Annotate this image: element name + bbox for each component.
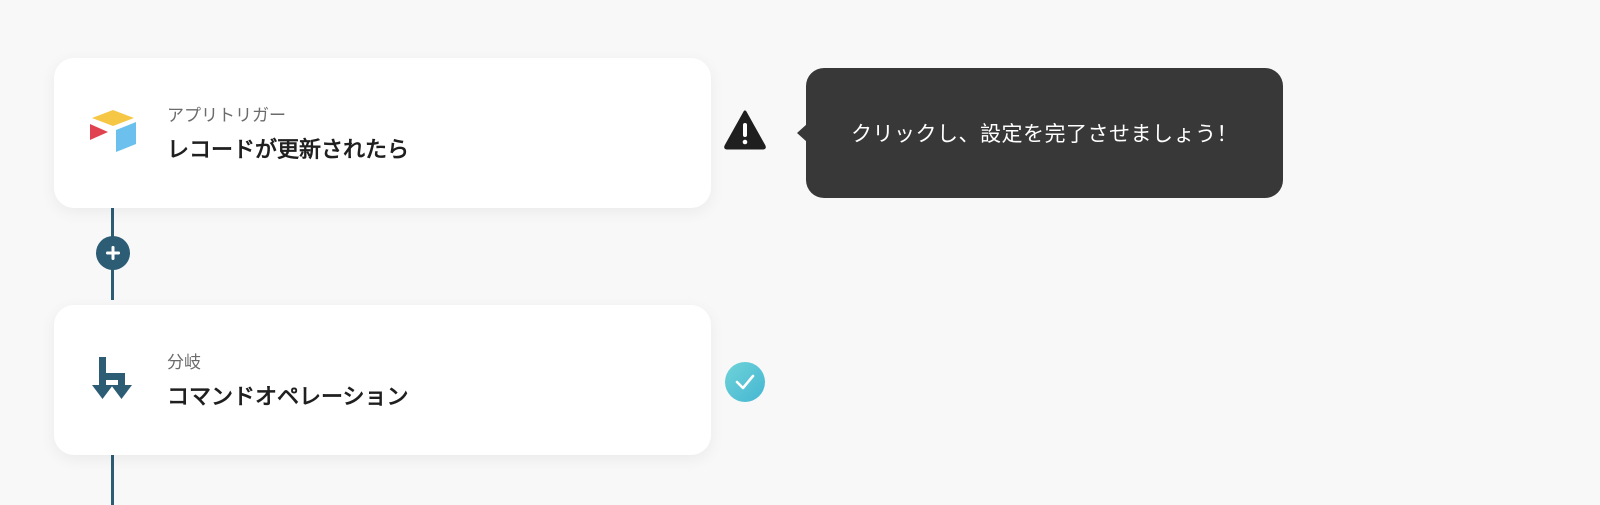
plus-icon	[106, 246, 120, 260]
airtable-logo-icon	[86, 108, 140, 158]
step-subtitle: アプリトリガー	[167, 106, 286, 126]
check-icon	[725, 362, 765, 402]
warning-icon[interactable]	[724, 110, 766, 150]
workflow-canvas: アプリトリガー レコードが更新されたら クリックし、設定を完了させましょう！ 分…	[0, 0, 1600, 505]
tooltip-text: クリックし、設定を完了させましょう！	[851, 122, 1238, 146]
branch-arrows-icon	[86, 355, 140, 405]
tooltip-arrow	[797, 124, 807, 142]
step-subtitle: 分岐	[167, 353, 201, 373]
connector-line	[111, 447, 114, 505]
trigger-step-card[interactable]: アプリトリガー レコードが更新されたら	[54, 58, 711, 208]
setup-tooltip: クリックし、設定を完了させましょう！	[797, 68, 1283, 198]
branch-step-card[interactable]: 分岐 コマンドオペレーション	[54, 305, 711, 455]
add-step-button[interactable]	[96, 236, 130, 270]
step-title: レコードが更新されたら	[167, 138, 410, 163]
step-title: コマンドオペレーション	[167, 385, 409, 410]
